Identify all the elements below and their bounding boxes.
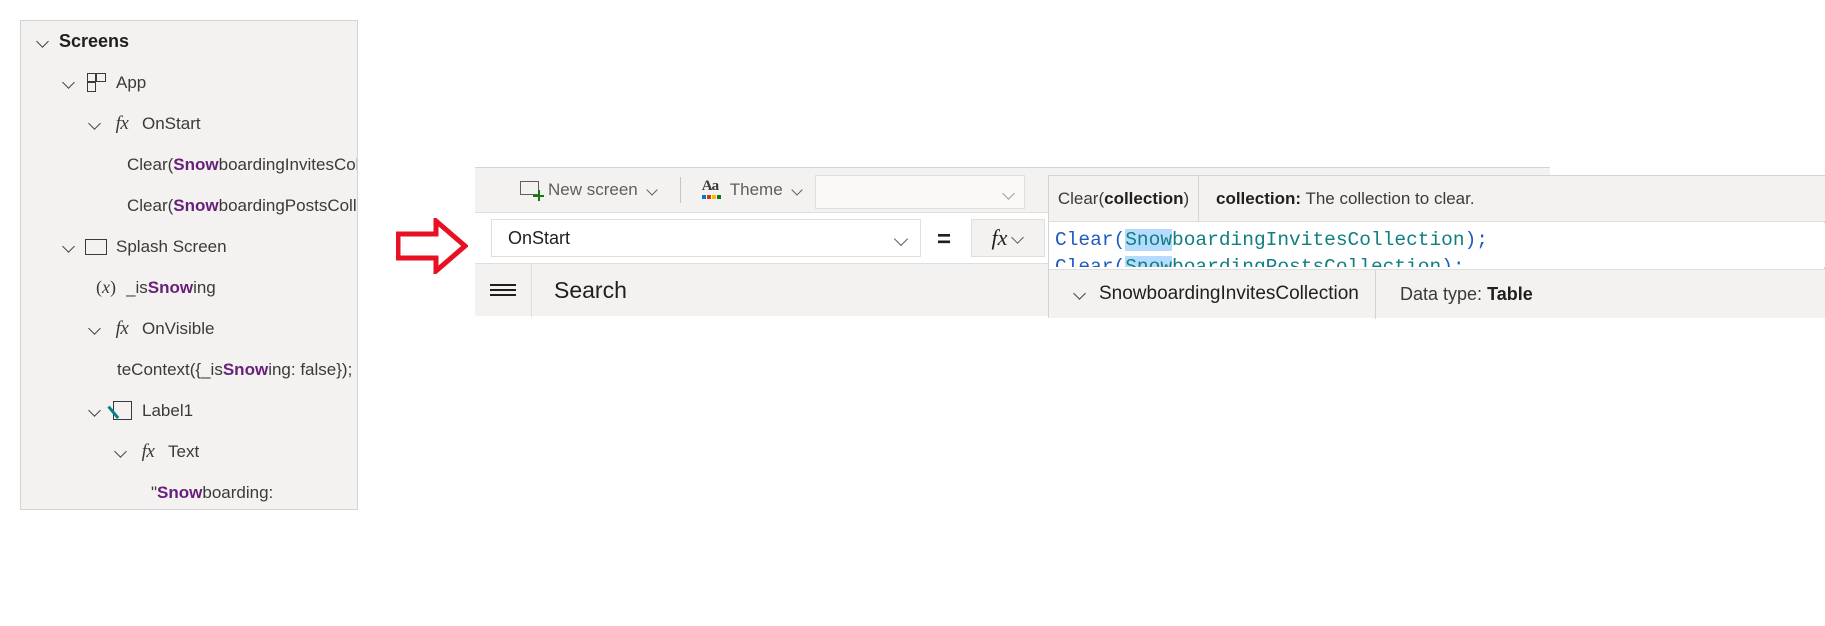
new-screen-label: New screen — [548, 180, 638, 199]
chevron-down-icon[interactable] — [791, 184, 804, 197]
chevron-down-icon[interactable] — [113, 443, 130, 460]
function-tooltip: Clear(collection) collection: The collec… — [1049, 175, 1825, 222]
tree-item-formula-line[interactable]: teContext({_isSnowing: false}); — [21, 349, 357, 390]
signature-prefix: Clear( — [1057, 188, 1105, 208]
tree-item-label: Clear(SnowboardingPostsCollec... — [127, 195, 357, 215]
tree-item-app[interactable]: App — [21, 62, 357, 103]
red-arrow-annotation — [395, 215, 469, 279]
chevron-down-icon[interactable] — [35, 33, 52, 50]
toolbar-combobox[interactable] — [815, 175, 1025, 209]
code-paren: ( — [1113, 229, 1126, 251]
theme-button[interactable]: Aa Theme — [691, 168, 815, 213]
tree-item-label: OnStart — [142, 113, 201, 133]
chevron-down-icon[interactable] — [87, 402, 104, 419]
label-icon — [111, 400, 133, 422]
chevron-down-icon[interactable] — [87, 320, 104, 337]
signature-param: collection — [1104, 188, 1184, 208]
fx-icon: fx — [991, 225, 1008, 250]
code-identifier: boardingPostsCollection — [1172, 256, 1442, 267]
code-paren: ); — [1464, 229, 1488, 251]
tree-item-onvisible[interactable]: fx OnVisible — [21, 308, 357, 349]
fx-icon: fx — [141, 440, 155, 462]
code-paren: ( — [1113, 256, 1126, 267]
tree-item-label: teContext({_isSnowing: false}); — [117, 359, 353, 379]
code-paren: ); — [1441, 256, 1465, 267]
tree-item-text-property[interactable]: fx Text — [21, 431, 357, 472]
chevron-down-icon[interactable] — [1073, 286, 1089, 302]
screenshot-stage: Screens App fx OnStart Clear(Snowboardin… — [0, 0, 1825, 626]
suggestion-type-cell: Data type: Table — [1376, 284, 1825, 305]
tree-item-onstart[interactable]: fx OnStart — [21, 103, 357, 144]
suggestion-name-cell[interactable]: SnowboardingInvitesCollection — [1049, 269, 1376, 319]
tree-item-formula-line[interactable]: Clear(SnowboardingInvitesColle... — [21, 144, 357, 185]
new-screen-icon — [520, 180, 544, 201]
tree-view-panel: Screens App fx OnStart Clear(Snowboardin… — [20, 20, 358, 510]
tree-item-label: Text — [168, 441, 200, 461]
chevron-down-icon[interactable] — [61, 238, 78, 255]
theme-label: Theme — [729, 180, 783, 199]
data-type-label: Data type: — [1400, 283, 1483, 304]
signature-suffix: ) — [1183, 188, 1190, 208]
code-identifier: boardingInvitesCollection — [1172, 229, 1465, 251]
hamburger-icon — [490, 283, 516, 297]
suggestion-row[interactable]: SnowboardingInvitesCollection Data type:… — [1049, 269, 1825, 319]
variable-icon: (x) — [96, 277, 116, 297]
toolbar-divider — [679, 177, 681, 203]
data-type-value: Table — [1487, 283, 1533, 304]
fx-icon: fx — [115, 317, 129, 339]
property-select-value: OnStart — [508, 227, 571, 248]
chevron-down-icon[interactable] — [1012, 232, 1024, 244]
description-text: The collection to clear. — [1305, 188, 1475, 208]
chevron-down-icon[interactable] — [87, 115, 104, 132]
intellisense-panel: Clear(collection) collection: The collec… — [1048, 175, 1825, 319]
function-signature: Clear(collection) — [1049, 175, 1199, 222]
menu-button[interactable] — [475, 263, 532, 317]
tree-item-label: Label1 — [142, 400, 194, 420]
new-screen-button[interactable]: New screen — [509, 168, 670, 213]
code-function: Clear — [1055, 229, 1114, 251]
code-selection: Snow — [1125, 256, 1173, 267]
tree-item-label: OnVisible — [142, 318, 215, 338]
tree-item-label: Clear(SnowboardingInvitesColle... — [127, 154, 357, 174]
fx-icon: fx — [115, 112, 129, 134]
tree-item-formula-line[interactable]: Clear(SnowboardingPostsCollec... — [21, 185, 357, 226]
app-grid-icon — [85, 72, 107, 94]
search-input[interactable]: Search — [554, 277, 627, 304]
code-selection: Snow — [1125, 229, 1173, 251]
suggestion-name: SnowboardingInvitesCollection — [1099, 283, 1359, 304]
code-line-2: Clear(SnowboardingPostsCollection); — [1055, 254, 1825, 267]
tree-item-variable[interactable]: (x) _isSnowing — [21, 267, 357, 308]
description-param: collection: — [1216, 188, 1302, 208]
code-line-1: Clear(SnowboardingInvitesCollection); — [1055, 227, 1825, 254]
tree-item-label: Screens — [59, 31, 130, 51]
formula-code-editor[interactable]: Clear(SnowboardingInvitesCollection); Cl… — [1049, 223, 1825, 267]
chevron-down-icon[interactable] — [646, 184, 659, 197]
parameter-description: collection: The collection to clear. — [1199, 189, 1825, 209]
property-select[interactable]: OnStart — [491, 219, 921, 257]
tree-item-label: "Snowboarding: — [151, 482, 274, 502]
tree-item-label: _isSnowing — [126, 277, 216, 297]
chevron-down-icon[interactable] — [1003, 188, 1014, 199]
equals-label: = — [937, 226, 952, 253]
code-function: Clear — [1055, 256, 1114, 267]
tree-item-label1[interactable]: Label1 — [21, 390, 357, 431]
fx-button[interactable]: fx — [971, 219, 1045, 257]
tree-item-formula-line[interactable]: "Snowboarding: — [21, 472, 357, 513]
chevron-down-icon[interactable] — [895, 233, 908, 246]
theme-icon: Aa — [701, 178, 724, 201]
tree-item-label: App — [116, 72, 147, 92]
chevron-down-icon[interactable] — [61, 74, 78, 91]
tree-item-screens[interactable]: Screens — [21, 21, 357, 62]
tree-item-label: Splash Screen — [116, 236, 227, 256]
screen-icon — [85, 236, 107, 258]
tree-item-splash-screen[interactable]: Splash Screen — [21, 226, 357, 267]
